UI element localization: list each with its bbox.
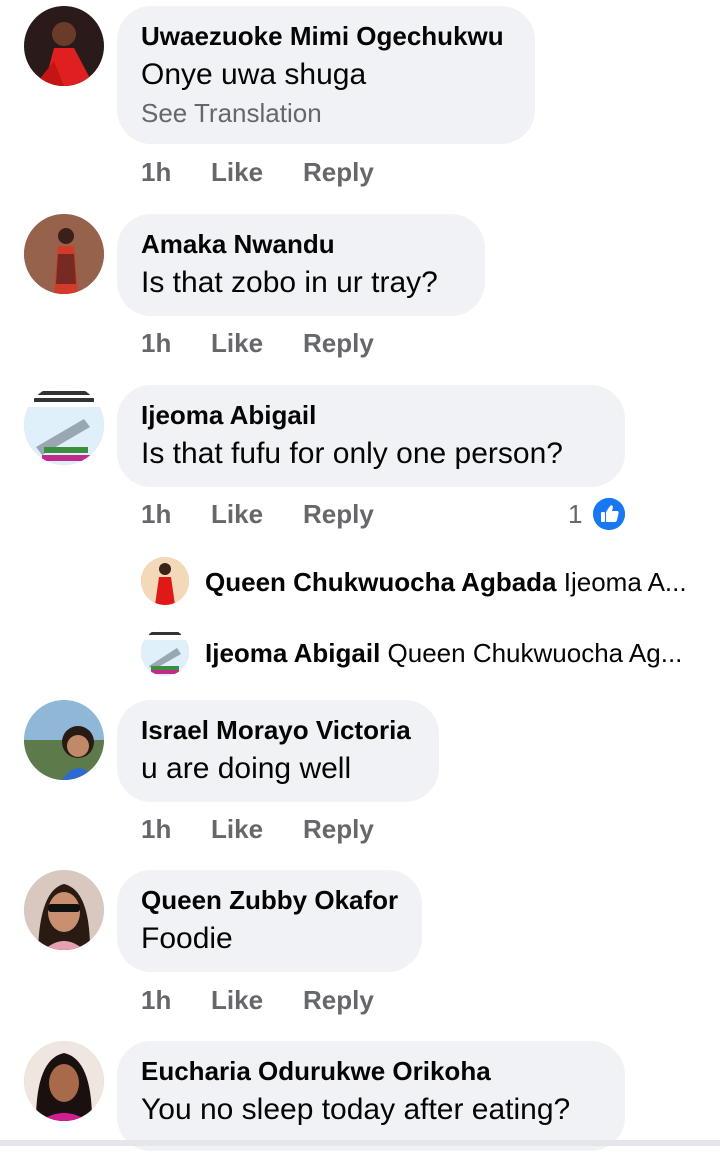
comment-bubble[interactable]: Ijeoma Abigail Is that fufu for only one… xyxy=(117,385,625,487)
reply-text: Queen Chukwuocha Agbada Ijeoma A... xyxy=(205,565,687,599)
reply-button[interactable]: Reply xyxy=(303,323,374,363)
reply-button[interactable]: Reply xyxy=(303,494,374,534)
comment-text: u are doing well xyxy=(141,752,352,785)
comment-text: You no sleep today after eating? xyxy=(141,1093,571,1126)
commenter-name[interactable]: Israel Morayo Victoria xyxy=(141,714,415,746)
reply-author-name[interactable]: Ijeoma Abigail xyxy=(205,638,380,668)
like-button[interactable]: Like xyxy=(211,323,263,363)
commenter-name[interactable]: Amaka Nwandu xyxy=(141,228,461,260)
avatar[interactable] xyxy=(24,1041,104,1121)
timestamp[interactable]: 1h xyxy=(141,980,171,1020)
divider xyxy=(0,1140,720,1146)
reply-preview[interactable]: Queen Chukwuocha Agbada Ijeoma A... xyxy=(141,557,701,607)
timestamp[interactable]: 1h xyxy=(141,152,171,192)
avatar[interactable] xyxy=(24,700,104,780)
reply-button[interactable]: Reply xyxy=(303,152,374,192)
comment-text: Foodie xyxy=(141,922,233,955)
comment-text: Is that zobo in ur tray? xyxy=(141,266,438,299)
timestamp[interactable]: 1h xyxy=(141,323,171,363)
commenter-name[interactable]: Eucharia Odurukwe Orikoha xyxy=(141,1055,601,1087)
commenter-name[interactable]: Ijeoma Abigail xyxy=(141,399,601,431)
like-button[interactable]: Like xyxy=(211,494,263,534)
avatar[interactable] xyxy=(24,385,104,465)
commenter-name[interactable]: Queen Zubby Okafor xyxy=(141,884,398,916)
comment-text: Onye uwa shuga xyxy=(141,58,367,91)
comment-text: Is that fufu for only one person? xyxy=(141,437,563,470)
reply-button[interactable]: Reply xyxy=(303,980,374,1020)
comment-bubble[interactable]: Uwaezuoke Mimi Ogechukwu Onye uwa shuga … xyxy=(117,6,535,144)
reply-author-name[interactable]: Queen Chukwuocha Agbada xyxy=(205,567,557,597)
like-thumb-icon[interactable] xyxy=(593,498,625,530)
reaction-count[interactable]: 1 xyxy=(568,494,582,534)
see-translation-link[interactable]: See Translation xyxy=(141,96,511,130)
reply-preview-text: Queen Chukwuocha Ag... xyxy=(387,638,683,668)
comment-bubble[interactable]: Israel Morayo Victoria u are doing well xyxy=(117,700,439,802)
avatar[interactable] xyxy=(141,628,189,676)
avatar[interactable] xyxy=(141,557,189,605)
comment-bubble[interactable]: Amaka Nwandu Is that zobo in ur tray? xyxy=(117,214,485,316)
like-button[interactable]: Like xyxy=(211,809,263,849)
reply-text: Ijeoma Abigail Queen Chukwuocha Ag... xyxy=(205,636,682,670)
reply-preview-text: Ijeoma A... xyxy=(563,567,687,597)
avatar[interactable] xyxy=(24,214,104,294)
comment-bubble[interactable]: Queen Zubby Okafor Foodie xyxy=(117,870,422,972)
avatar[interactable] xyxy=(24,870,104,950)
like-button[interactable]: Like xyxy=(211,152,263,192)
reply-preview[interactable]: Ijeoma Abigail Queen Chukwuocha Ag... xyxy=(141,628,701,678)
avatar[interactable] xyxy=(24,6,104,86)
timestamp[interactable]: 1h xyxy=(141,809,171,849)
reply-button[interactable]: Reply xyxy=(303,809,374,849)
timestamp[interactable]: 1h xyxy=(141,494,171,534)
commenter-name[interactable]: Uwaezuoke Mimi Ogechukwu xyxy=(141,20,511,52)
comment-actions: 1h Like Reply xyxy=(141,494,631,534)
comment-bubble[interactable]: Eucharia Odurukwe Orikoha You no sleep t… xyxy=(117,1041,625,1151)
like-button[interactable]: Like xyxy=(211,980,263,1020)
